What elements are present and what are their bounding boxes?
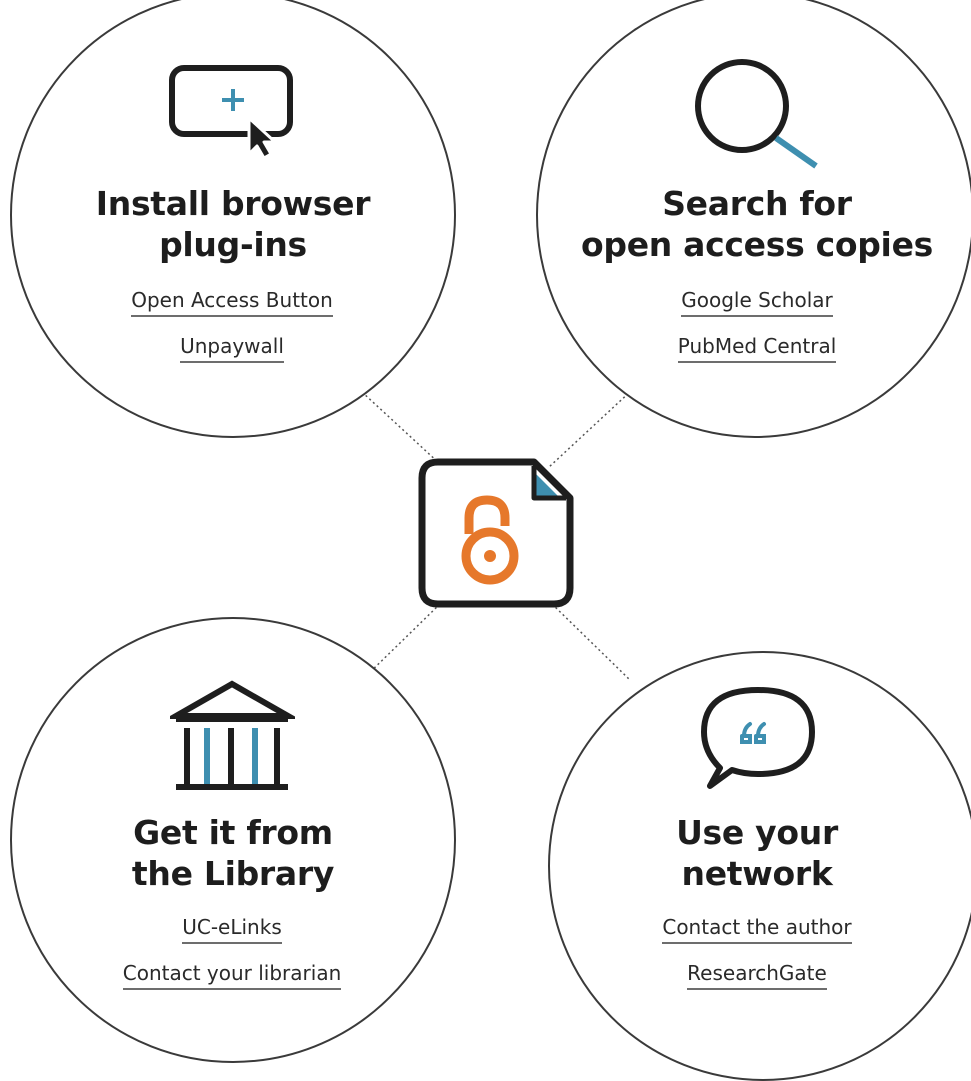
- node-title-network-line2: network: [681, 854, 833, 893]
- connector-top-right: [547, 389, 633, 469]
- node-title-search-line1: Search for: [662, 184, 852, 223]
- link-uc-elinks-label[interactable]: UC-eLinks: [182, 914, 282, 944]
- node-title-network-line1: Use your: [676, 813, 838, 852]
- link-researchgate-label[interactable]: ResearchGate: [687, 960, 827, 990]
- connector-top-left: [361, 391, 441, 465]
- link-pubmed-central-label[interactable]: PubMed Central: [677, 333, 837, 363]
- library-building-icon: [170, 680, 295, 790]
- node-title-library: Get it from the Library: [13, 812, 453, 894]
- link-researchgate[interactable]: ResearchGate: [537, 960, 971, 990]
- speech-bubble-quote-icon: [701, 687, 815, 789]
- node-title-plugins: Install browser plug-ins: [13, 183, 453, 265]
- node-title-library-line1: Get it from: [133, 813, 333, 852]
- link-contact-librarian[interactable]: Contact your librarian: [12, 960, 452, 990]
- node-title-plugins-line1: Install browser: [95, 184, 371, 223]
- link-pubmed-central[interactable]: PubMed Central: [537, 333, 971, 363]
- open-access-document-icon: [418, 458, 574, 608]
- magnifier-icon: [695, 59, 818, 169]
- link-unpaywall[interactable]: Unpaywall: [12, 333, 452, 363]
- link-contact-librarian-label[interactable]: Contact your librarian: [122, 960, 342, 990]
- link-contact-author-label[interactable]: Contact the author: [662, 914, 852, 944]
- link-google-scholar-label[interactable]: Google Scholar: [681, 287, 833, 317]
- node-title-search: Search for open access copies: [537, 183, 971, 265]
- browser-cursor-plus-icon: [169, 65, 293, 160]
- node-title-library-line2: the Library: [131, 854, 335, 893]
- node-title-search-line2: open access copies: [581, 225, 933, 264]
- link-google-scholar[interactable]: Google Scholar: [537, 287, 971, 317]
- node-title-network: Use your network: [537, 812, 971, 894]
- link-unpaywall-label[interactable]: Unpaywall: [180, 333, 284, 363]
- node-title-plugins-line2: plug-ins: [159, 225, 307, 264]
- connector-bottom-right: [551, 603, 631, 681]
- link-open-access-button-label[interactable]: Open Access Button: [131, 287, 333, 317]
- link-open-access-button[interactable]: Open Access Button: [12, 287, 452, 317]
- link-uc-elinks[interactable]: UC-eLinks: [12, 914, 452, 944]
- link-contact-author[interactable]: Contact the author: [537, 914, 971, 944]
